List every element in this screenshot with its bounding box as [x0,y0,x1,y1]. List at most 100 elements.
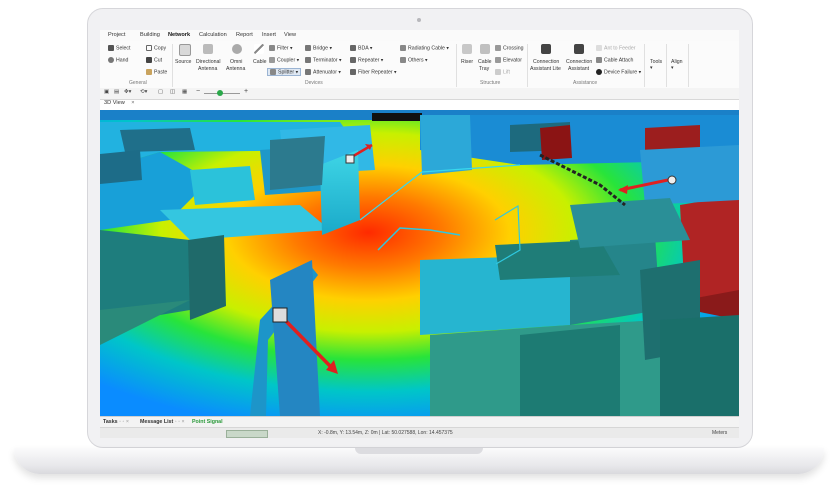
heatmap-scene [100,110,739,416]
ant-to-feeder-icon [596,45,602,51]
cursor-icon [108,45,114,51]
fiber-repeater-button[interactable]: Fiber Repeater ▾ [350,69,397,75]
frame-icon[interactable]: ▣ [104,89,109,95]
elevator-button[interactable]: Elevator [495,57,522,63]
group-assistance-label: Assistance [573,80,598,86]
ribbon-separator [644,44,645,87]
zoom-slider-handle[interactable] [217,90,223,96]
bda-icon [350,45,356,51]
cable-attach-button[interactable]: Cable Attach [596,57,633,63]
antenna-device-icon [272,307,288,323]
omni-antenna-label-2: Antenna [226,66,246,72]
cursor-coordinates: X: -0.8m, Y: 13.54m, Z: 0m | Lat: 50.027… [318,430,453,436]
cable-icon [254,44,264,54]
tab-project[interactable]: Project [108,32,125,38]
connection-assistant-label-2: Assistant [568,66,590,72]
crossing-button[interactable]: Crossing [495,45,523,51]
ribbon-separator [456,44,457,87]
units-label[interactable]: Meters [712,430,727,436]
message-list-tab[interactable]: Message List ◦ ◦ × [140,419,185,425]
dark-opening [372,113,422,121]
coupler-button[interactable]: Coupler ▾ [269,57,299,63]
status-mode-indicators[interactable] [226,430,268,438]
connection-assistant-label-1[interactable]: Connection [566,59,592,65]
camera-icon[interactable]: ◫ [170,89,175,95]
fiber-repeater-icon [350,69,356,75]
directional-antenna-label-1[interactable]: Directional [196,59,221,65]
grid-icon[interactable]: ▦ [182,89,187,95]
align-button[interactable]: Align ▾ [671,59,683,71]
layers-icon[interactable]: ▤ [114,89,119,95]
bridge-button[interactable]: Bridge ▾ [305,45,332,51]
radiating-cable-icon [400,45,406,51]
lift-button[interactable]: Lift [495,69,510,75]
attenuator-icon [305,69,311,75]
repeater-button[interactable]: Repeater ▾ [350,57,383,63]
zoom-out-icon[interactable]: − [196,88,200,95]
crossing-icon [495,45,501,51]
tasks-tab[interactable]: Tasks ◦ ◦ × [103,419,129,425]
terminator-button[interactable]: Terminator ▾ [305,57,342,63]
tools-button[interactable]: Tools ▾ [650,59,662,71]
cable-button[interactable]: Cable [253,59,267,65]
ribbon-separator [172,44,173,87]
antenna-device-icon [667,175,677,185]
filter-button[interactable]: Filter ▾ [269,45,293,51]
zoom-in-icon[interactable]: + [244,88,248,95]
lift-icon [495,69,501,75]
copy-button[interactable]: Copy [146,45,166,51]
tab-calculation[interactable]: Calculation [199,32,227,38]
connection-assistant-lite-label-1[interactable]: Connection [533,59,559,65]
attenuator-button[interactable]: Attenuator ▾ [305,69,341,75]
directional-antenna-label-2: Antenna [198,66,218,72]
group-structure-label: Structure [480,80,501,86]
scissors-icon [146,57,152,63]
status-bar: X: -0.8m, Y: 13.54m, Z: 0m | Lat: 50.027… [100,427,739,438]
others-button[interactable]: Others ▾ [400,57,428,63]
radiating-cable-button[interactable]: Radiating Cable ▾ [400,45,449,51]
ant-to-feeder-button[interactable]: Ant to Feeder [596,45,635,51]
coupler-icon [269,57,275,63]
terminator-icon [305,57,311,63]
cut-button[interactable]: Cut [146,57,162,63]
group-devices-label: Devices [305,80,323,86]
device-failure-button[interactable]: Device Failure ▾ [596,69,641,75]
select-button[interactable]: Select [108,45,130,51]
laptop-notch [355,448,483,454]
bda-button[interactable]: BDA ▾ [350,45,372,51]
clipboard-icon [146,69,152,75]
connection-assistant-icon [574,44,584,54]
cable-tray-label-2: Tray [479,66,490,72]
elevator-icon [495,57,501,63]
view-toolbar: ▣ ▤ ✥▾ ⟲▾ ▢ ◫ ▦ − + [100,88,739,100]
ribbon: Select Hand Copy Cut Paste General Sourc… [100,41,739,89]
rotate-icon[interactable]: ⟲▾ [140,89,147,95]
fit-icon[interactable]: ▢ [158,89,163,95]
tab-report[interactable]: Report [236,32,253,38]
3d-viewport[interactable] [100,110,739,416]
omni-antenna-icon [232,44,242,54]
document-tab-3d-view[interactable]: 3D View × [104,100,135,109]
ribbon-separator [688,44,689,87]
bridge-icon [305,45,311,51]
directional-antenna-icon [203,44,213,54]
source-button[interactable]: Source [175,59,191,65]
splitter-button[interactable]: Splitter ▾ [267,68,302,77]
close-icon[interactable]: × [131,100,134,106]
device-failure-icon [596,69,602,75]
point-signal-tab[interactable]: Point Signal [192,419,223,425]
tab-view[interactable]: View [284,32,296,38]
tab-network[interactable]: Network [168,32,190,38]
splitter-icon [270,69,276,75]
tab-building[interactable]: Building [140,32,160,38]
copy-icon [146,45,152,51]
tab-insert[interactable]: Insert [262,32,276,38]
hand-button[interactable]: Hand [108,57,128,63]
riser-button[interactable]: Riser [461,59,473,65]
ribbon-separator [527,44,528,87]
cable-tray-label-1[interactable]: Cable [478,59,492,65]
paste-button[interactable]: Paste [146,69,167,75]
move-icon[interactable]: ✥▾ [124,89,131,95]
camera-dot [417,18,421,22]
omni-antenna-label-1[interactable]: Omni [230,59,242,65]
